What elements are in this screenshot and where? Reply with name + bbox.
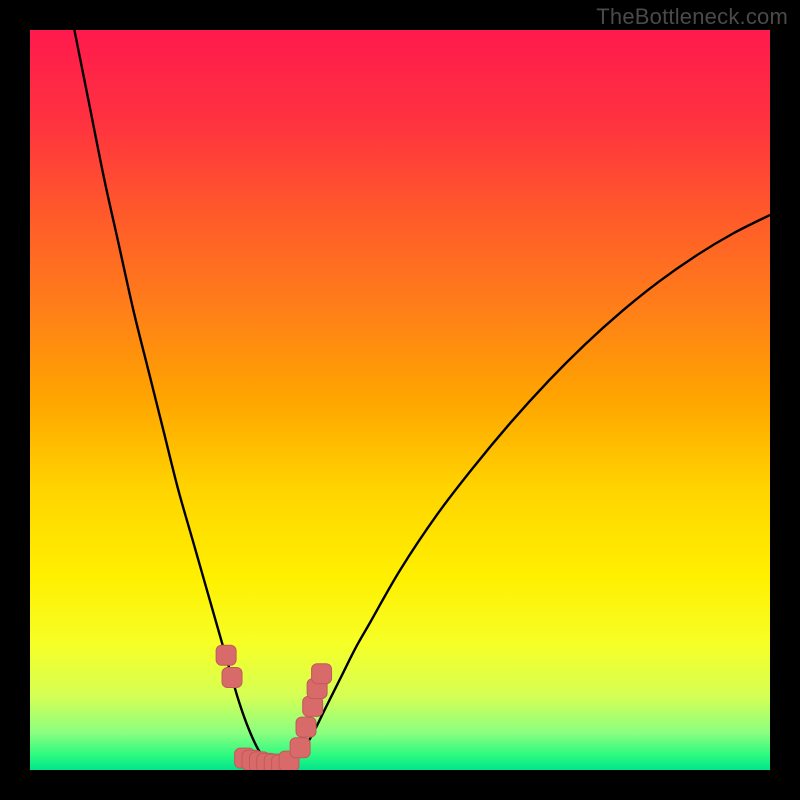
- watermark-text: TheBottleneck.com: [596, 4, 788, 30]
- marker-point: [222, 668, 242, 688]
- marker-point: [290, 738, 310, 758]
- marker-point: [312, 664, 332, 684]
- marker-point: [303, 696, 323, 716]
- marker-point: [296, 717, 316, 737]
- marker-point: [216, 645, 236, 665]
- plot-area: [30, 30, 770, 770]
- chart-frame: TheBottleneck.com: [0, 0, 800, 800]
- plot-svg: [30, 30, 770, 770]
- gradient-background: [30, 30, 770, 770]
